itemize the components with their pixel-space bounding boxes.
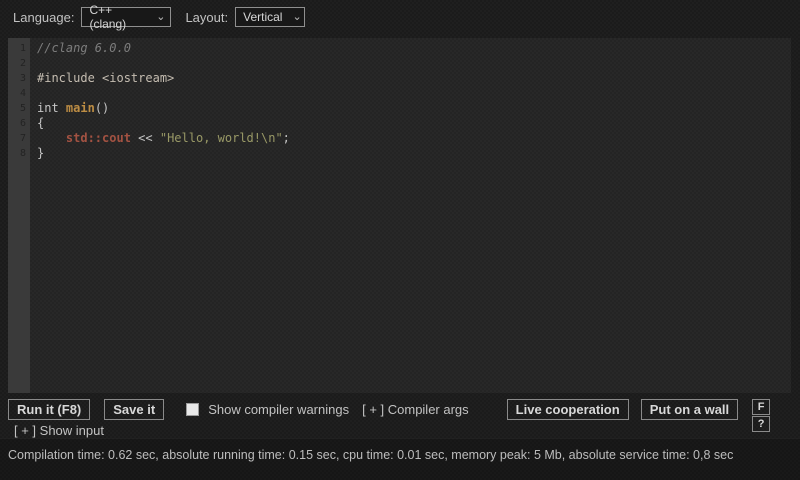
line-number: 6 xyxy=(8,116,30,131)
put-on-wall-button[interactable]: Put on a wall xyxy=(641,399,738,420)
line-number: 4 xyxy=(8,86,30,101)
code-token: ; xyxy=(283,131,290,145)
layout-label: Layout: xyxy=(185,10,228,25)
fullscreen-button[interactable]: F xyxy=(752,399,770,415)
save-button[interactable]: Save it xyxy=(104,399,164,420)
code-token: () xyxy=(95,101,109,115)
code-lines[interactable]: //clang 6.0.0 #include <iostream> int ma… xyxy=(30,38,791,393)
code-token: { xyxy=(37,116,44,130)
line-number: 1 xyxy=(8,41,30,56)
line-number: 3 xyxy=(8,71,30,86)
code-token: std::cout xyxy=(66,131,131,145)
code-line: #include <iostream> xyxy=(37,71,791,86)
code-line: //clang 6.0.0 xyxy=(37,41,791,56)
layout-select-value: Vertical xyxy=(243,10,282,24)
code-token: "Hello, world!\n" xyxy=(160,131,283,145)
code-line xyxy=(37,86,791,101)
controls-row: Run it (F8) Save it Show compiler warnin… xyxy=(8,399,792,432)
line-numbers: 12345678 xyxy=(8,38,30,393)
code-token: int xyxy=(37,101,66,115)
code-token xyxy=(37,131,66,145)
mini-buttons: F ? xyxy=(752,399,770,432)
code-editor: 12345678 //clang 6.0.0 #include <iostrea… xyxy=(8,38,791,393)
code-token: } xyxy=(37,146,44,160)
show-input-toggle[interactable]: [ + ] Show input xyxy=(14,423,104,438)
rextester-page: { "toolbar": { "language_label": "Langua… xyxy=(0,0,800,480)
chevron-down-icon: ⌄ xyxy=(292,12,301,22)
code-token: << xyxy=(131,131,160,145)
code-line: int main() xyxy=(37,101,791,116)
layout-select[interactable]: Vertical ⌄ xyxy=(235,7,305,27)
code-line: { xyxy=(37,116,791,131)
language-label: Language: xyxy=(13,10,74,25)
language-select-value: C++ (clang) xyxy=(89,3,146,31)
show-warnings-checkbox[interactable] xyxy=(186,403,199,416)
code-token: #include <iostream> xyxy=(37,71,174,85)
line-number: 5 xyxy=(8,101,30,116)
code-token: //clang 6.0.0 xyxy=(37,41,131,55)
code-line: std::cout << "Hello, world!\n"; xyxy=(37,131,791,146)
line-number: 2 xyxy=(8,56,30,71)
code-token: main xyxy=(66,101,95,115)
show-warnings-label[interactable]: Show compiler warnings xyxy=(208,399,349,420)
code-line xyxy=(37,56,791,71)
line-number: 7 xyxy=(8,131,30,146)
code-line: } xyxy=(37,146,791,161)
live-cooperation-button[interactable]: Live cooperation xyxy=(507,399,629,420)
compiler-args-toggle[interactable]: [ + ] Compiler args xyxy=(362,399,469,420)
toolbar: Language: C++ (clang) ⌄ Layout: Vertical… xyxy=(13,6,305,28)
help-button[interactable]: ? xyxy=(752,416,770,432)
status-bar: Compilation time: 0.62 sec, absolute run… xyxy=(0,438,800,480)
line-number: 8 xyxy=(8,146,30,161)
status-text: Compilation time: 0.62 sec, absolute run… xyxy=(0,439,800,462)
chevron-down-icon: ⌄ xyxy=(156,12,165,22)
language-select[interactable]: C++ (clang) ⌄ xyxy=(81,7,171,27)
run-button[interactable]: Run it (F8) xyxy=(8,399,90,420)
